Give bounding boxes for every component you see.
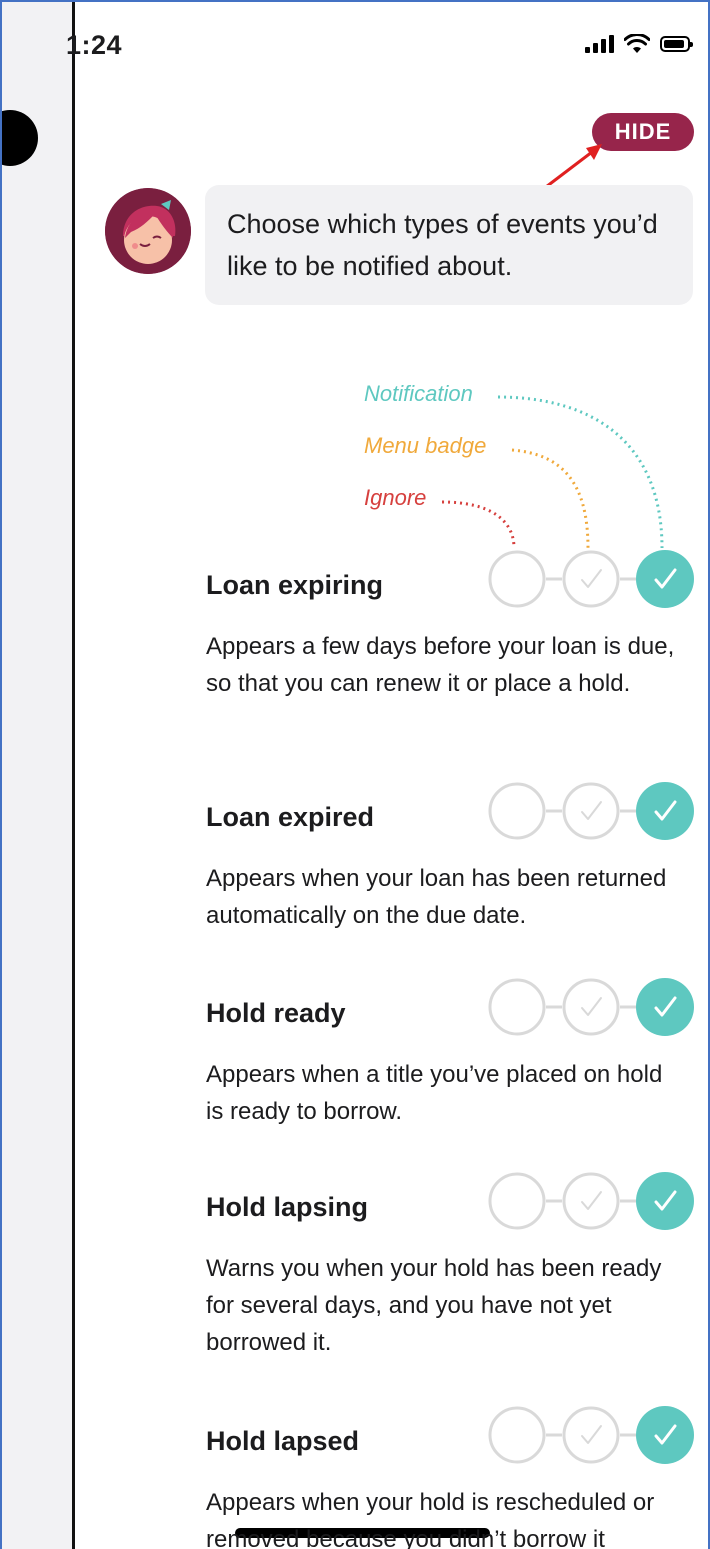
ignore-option[interactable] bbox=[488, 1406, 546, 1464]
event-description: Appears when a title you’ve placed on ho… bbox=[206, 1061, 663, 1125]
notification-option[interactable] bbox=[636, 1172, 694, 1230]
menu-badge-option[interactable] bbox=[562, 1172, 620, 1230]
frame-border bbox=[0, 0, 2, 1549]
background-panel bbox=[2, 2, 72, 1549]
event-title: Hold ready bbox=[206, 998, 346, 1028]
status-time: 1:24 bbox=[66, 30, 123, 60]
notification-option[interactable] bbox=[636, 550, 694, 608]
ignore-option[interactable] bbox=[488, 550, 546, 608]
notification-level-selector[interactable] bbox=[488, 550, 694, 608]
event-description: Appears when your loan has been returned… bbox=[206, 865, 667, 929]
event-title: Loan expired bbox=[206, 802, 375, 832]
event-title: Hold lapsing bbox=[206, 1192, 368, 1222]
battery-icon bbox=[660, 36, 693, 52]
cellular-signal-icon bbox=[585, 35, 614, 53]
legend-connector-lines bbox=[441, 395, 664, 549]
frame-border bbox=[0, 0, 710, 2]
menu-badge-option[interactable] bbox=[562, 782, 620, 840]
panel-divider bbox=[72, 2, 75, 1549]
menu-badge-option[interactable] bbox=[562, 550, 620, 608]
menu-badge-option[interactable] bbox=[562, 978, 620, 1036]
notification-settings-screen: 1:24 HIDE Choose which types of events y… bbox=[0, 0, 710, 1549]
event-description: Appears when your hold is rescheduled or… bbox=[206, 1489, 655, 1549]
status-icons bbox=[585, 34, 693, 54]
wifi-icon bbox=[624, 34, 650, 53]
notification-option[interactable] bbox=[636, 1406, 694, 1464]
ignore-option[interactable] bbox=[488, 1172, 546, 1230]
notification-level-selector[interactable] bbox=[488, 1172, 694, 1230]
menu-badge-option[interactable] bbox=[562, 1406, 620, 1464]
event-title: Loan expiring bbox=[206, 570, 384, 600]
intro-message: Choose which types of events you’d like … bbox=[205, 185, 693, 305]
ignore-option[interactable] bbox=[488, 978, 546, 1036]
event-description: Warns you when your hold has been ready … bbox=[206, 1255, 662, 1356]
ignore-option[interactable] bbox=[488, 782, 546, 840]
notification-option[interactable] bbox=[636, 782, 694, 840]
notification-level-selector[interactable] bbox=[488, 978, 694, 1036]
event-title: Hold lapsed bbox=[206, 1426, 360, 1456]
assistant-avatar bbox=[105, 188, 191, 274]
notification-option[interactable] bbox=[636, 978, 694, 1036]
notification-level-selector[interactable] bbox=[488, 1406, 694, 1464]
notification-level-selector[interactable] bbox=[488, 782, 694, 840]
event-description: Appears a few days before your loan is d… bbox=[206, 633, 675, 697]
